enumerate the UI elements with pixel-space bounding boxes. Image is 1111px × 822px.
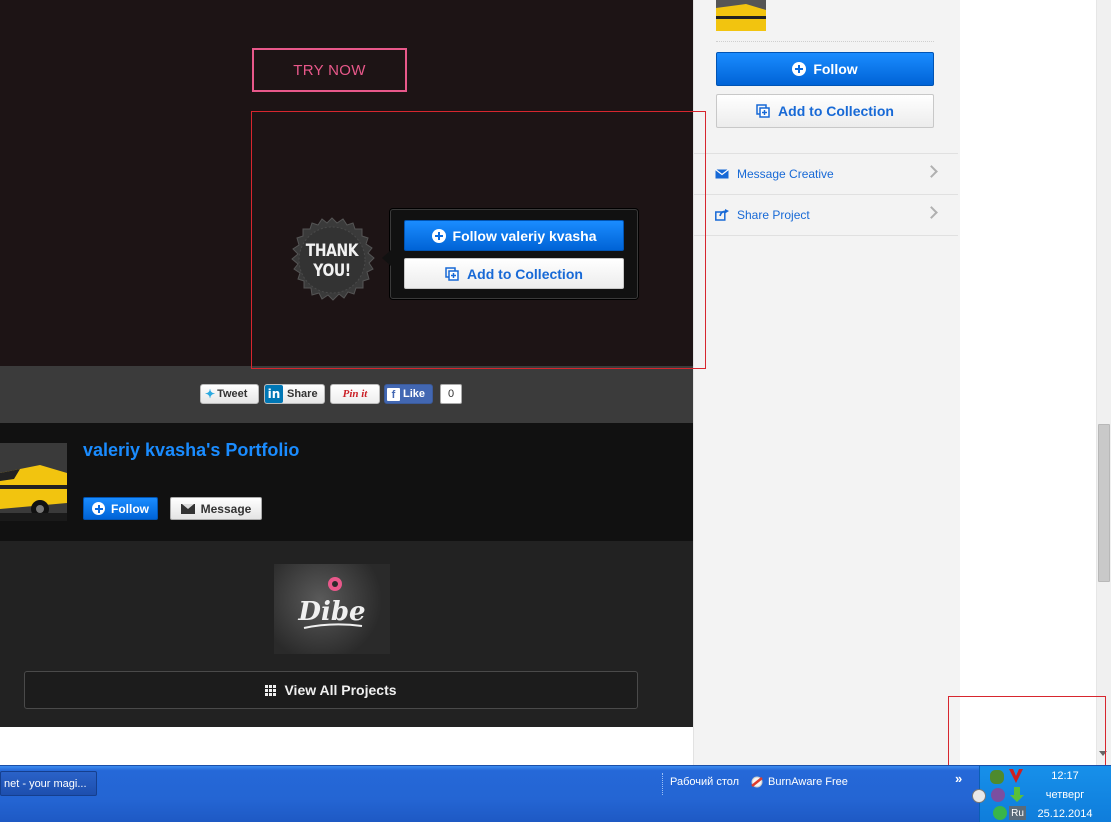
linkedin-share-label: Share (287, 388, 318, 400)
envelope-icon (715, 169, 729, 179)
car-image (716, 0, 766, 31)
portfolio-follow-button[interactable]: Follow (83, 497, 158, 520)
car-image (0, 443, 67, 521)
thank-you-badge: THANK YOU! (288, 217, 376, 305)
portfolio-title[interactable]: valeriy kvasha's Portfolio (83, 440, 299, 461)
facebook-like-label: Like (403, 388, 426, 400)
sidebar-divider (716, 41, 934, 42)
clock-weekday: четверг (1045, 789, 1085, 801)
plus-icon (792, 62, 807, 76)
portfolio-message-button[interactable]: Message (170, 497, 262, 520)
share-arrow-icon (715, 209, 729, 221)
sidebar-owner-avatar[interactable] (716, 0, 766, 31)
follow-popup: Follow valeriy kvasha Add to Collection (382, 209, 638, 299)
burnaware-toolbar-item[interactable]: BurnAware Free (750, 776, 848, 788)
vertical-scrollbar[interactable] (1096, 0, 1111, 765)
popup-add-to-collection-button[interactable]: Add to Collection (404, 258, 624, 289)
owner-avatar[interactable] (0, 443, 67, 521)
page-footer-space (0, 727, 693, 765)
sidebar-divider (694, 235, 958, 236)
tray-tree-icon[interactable] (990, 770, 1004, 784)
tray-viber-icon[interactable] (991, 788, 1005, 802)
like-count: 0 (440, 384, 462, 404)
portfolio-message-label: Message (200, 501, 252, 516)
chevron-right-icon (925, 206, 938, 219)
scroll-down-arrow-icon[interactable] (1099, 751, 1107, 756)
sidebar-add-to-collection-button[interactable]: Add to Collection (716, 94, 934, 128)
tray-green-icon[interactable] (993, 806, 1007, 820)
pin-it-button[interactable]: Pin it (330, 384, 380, 404)
tweet-button[interactable]: ✦ Tweet (200, 384, 259, 404)
collection-icon (756, 104, 770, 118)
thank-you-text: THANK YOU! (305, 241, 359, 281)
view-all-projects-button[interactable]: View All Projects (24, 671, 638, 709)
windows-taskbar (0, 765, 1111, 822)
share-project-label: Share Project (737, 208, 810, 222)
tray-back-arrow-icon[interactable] (972, 789, 986, 803)
tray-language-indicator[interactable]: Ru (1009, 806, 1026, 820)
facebook-icon: f (387, 387, 400, 401)
taskbar-separator (662, 773, 665, 795)
clock-time[interactable]: 12:17 (1030, 770, 1100, 782)
linkedin-share-button[interactable]: in Share (264, 384, 325, 404)
try-now-button[interactable]: TRY NOW (252, 48, 407, 92)
popup-follow-label: Follow valeriy kvasha (452, 227, 597, 244)
sidebar-collection-label: Add to Collection (778, 103, 894, 119)
scrollbar-thumb[interactable] (1098, 424, 1110, 582)
envelope-icon (180, 503, 195, 514)
plus-icon (431, 228, 446, 243)
message-creative-link[interactable]: Message Creative (694, 153, 958, 194)
toolbar-overflow-chevron-icon[interactable]: » (955, 771, 962, 786)
tray-download-icon[interactable] (1010, 787, 1024, 803)
tray-antivirus-icon[interactable] (1008, 768, 1024, 784)
popup-collection-label: Add to Collection (467, 265, 583, 282)
burnaware-icon (751, 776, 763, 788)
popup-follow-button[interactable]: Follow valeriy kvasha (404, 220, 624, 251)
portfolio-follow-label: Follow (111, 501, 149, 516)
message-creative-label: Message Creative (737, 167, 834, 181)
plus-icon (92, 502, 105, 515)
dibe-logo: Dibe (297, 577, 366, 629)
view-all-label: View All Projects (284, 682, 397, 698)
chevron-right-icon (925, 165, 938, 178)
project-thumbnail[interactable]: Dibe (274, 564, 390, 654)
grid-icon (265, 684, 277, 696)
burnaware-label: BurnAware Free (768, 776, 848, 788)
linkedin-icon: in (265, 385, 283, 403)
pin-it-label: Pin it (342, 388, 368, 400)
clock-date: 25.12.2014 (1037, 808, 1093, 820)
dibe-logo-text: Dibe (297, 597, 365, 627)
tweet-label: Tweet (217, 388, 248, 400)
desktop-label: Рабочий стол (670, 776, 740, 788)
share-project-link[interactable]: Share Project (694, 194, 958, 235)
sidebar-follow-button[interactable]: Follow (716, 52, 934, 86)
twitter-bird-icon: ✦ (205, 387, 216, 401)
collection-icon (445, 266, 459, 281)
desktop-toolbar-item[interactable]: Рабочий стол (670, 776, 739, 788)
facebook-like-button[interactable]: f Like (384, 384, 433, 404)
screen: TRY NOW THANK YOU! Follow valeriy kvasha… (0, 0, 1111, 822)
taskbar-window-button[interactable]: net - your magi... (0, 771, 97, 796)
sidebar-follow-label: Follow (813, 61, 858, 77)
